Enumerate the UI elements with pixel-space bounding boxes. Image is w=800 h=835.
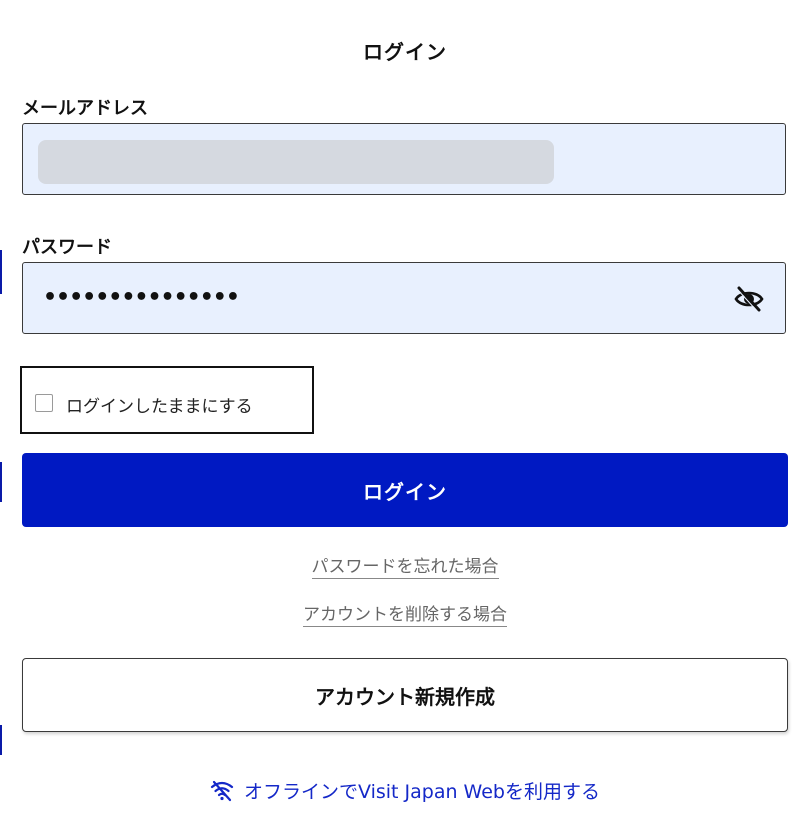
page-title: ログイン — [363, 40, 447, 64]
offline-mode-link[interactable]: オフラインでVisit Japan Webを利用する — [0, 777, 800, 804]
delete-account-row: アカウントを削除する場合 — [0, 600, 800, 627]
wifi-off-icon — [210, 780, 234, 801]
forgot-password-link[interactable]: パスワードを忘れた場合 — [311, 557, 499, 579]
email-label: メールアドレス — [22, 98, 148, 119]
login-button[interactable]: ログイン — [22, 453, 788, 527]
remember-me-option[interactable]: ログインしたままにする — [20, 366, 314, 434]
edge-marker — [0, 250, 2, 294]
remember-me-checkbox[interactable] — [35, 394, 53, 412]
password-value: ••••••••••••••• — [43, 285, 240, 310]
edge-marker — [0, 462, 2, 502]
eye-slash-icon[interactable] — [733, 283, 765, 315]
delete-account-link[interactable]: アカウントを削除する場合 — [303, 605, 507, 627]
forgot-password-row: パスワードを忘れた場合 — [0, 552, 800, 579]
offline-mode-label: オフラインでVisit Japan Webを利用する — [244, 781, 600, 803]
edge-marker — [0, 725, 2, 755]
email-autofill-value — [38, 140, 554, 184]
login-page: ログイン メールアドレス パスワード ••••••••••••••• ログインし… — [0, 0, 800, 835]
create-account-button[interactable]: アカウント新規作成 — [22, 658, 788, 732]
password-field[interactable]: ••••••••••••••• — [22, 262, 786, 334]
password-label: パスワード — [22, 237, 112, 258]
remember-me-label: ログインしたままにする — [66, 397, 253, 417]
email-field[interactable] — [22, 123, 786, 195]
